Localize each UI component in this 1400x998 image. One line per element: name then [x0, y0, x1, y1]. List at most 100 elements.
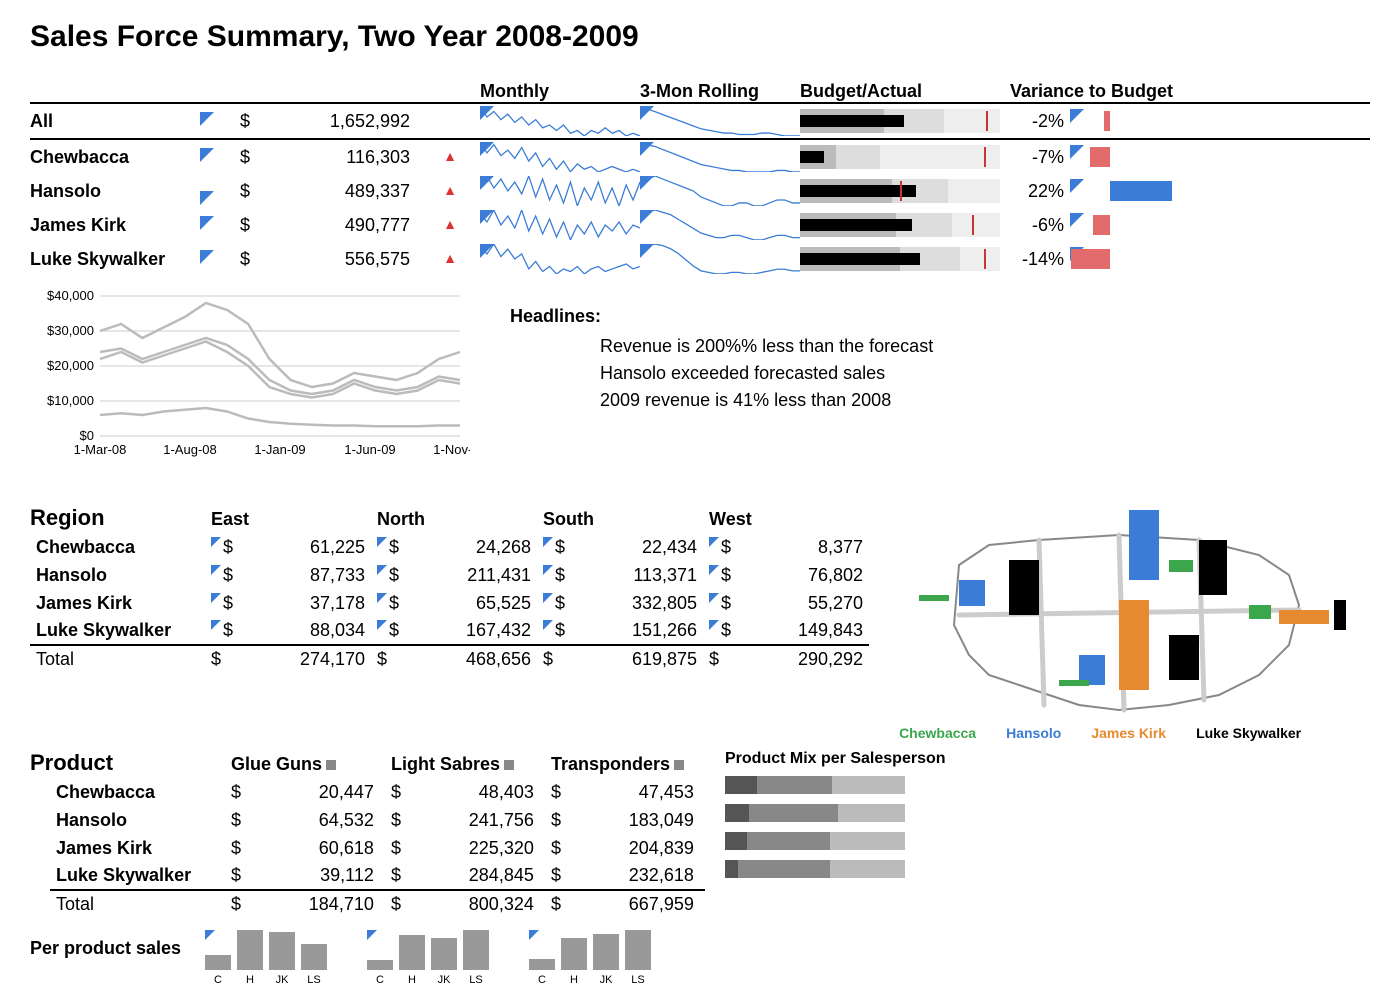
- budget-bullet: [800, 179, 1000, 203]
- summary-row: All $ 1,652,992 -2%: [30, 104, 1370, 138]
- variance-label: -7%: [1010, 147, 1070, 168]
- map-bar: [1279, 610, 1329, 624]
- row-name: Hansolo: [30, 181, 200, 202]
- row-value: 556,575: [260, 249, 420, 270]
- currency-symbol: $: [240, 249, 260, 270]
- map-bar: [1129, 510, 1159, 580]
- headline-1: Revenue is 200%% less than the forecast: [600, 333, 933, 360]
- mix-bar: [725, 804, 905, 822]
- per-product-bars: CHJKLS: [529, 930, 651, 970]
- variance-bar: [1070, 179, 1210, 203]
- svg-text:1-Jan-09: 1-Jan-09: [254, 442, 305, 457]
- svg-text:1-Nov-09: 1-Nov-09: [433, 442, 470, 457]
- row-name: All: [30, 111, 200, 132]
- alert-icon: ▲: [443, 148, 457, 164]
- monthly-sparkline: [480, 142, 640, 172]
- row-icon: [200, 216, 240, 234]
- currency-symbol: $: [240, 147, 260, 168]
- map-bar: [1009, 560, 1039, 615]
- rolling-sparkline: [640, 244, 800, 274]
- map-bar: [1249, 605, 1271, 619]
- map-bar: [919, 595, 949, 601]
- svg-text:$10,000: $10,000: [47, 393, 94, 408]
- rolling-sparkline: [640, 142, 800, 172]
- col-monthly: Monthly: [480, 81, 640, 102]
- mix-bar: [725, 860, 905, 878]
- monthly-sparkline: [480, 244, 640, 274]
- map-bar: [1169, 560, 1193, 572]
- product-mix-title: Product Mix per Salesperson: [725, 750, 946, 768]
- currency-symbol: $: [240, 181, 260, 202]
- row-value: 490,777: [260, 215, 420, 236]
- currency-symbol: $: [240, 111, 260, 132]
- per-product-bars: CHJKLS: [367, 930, 489, 970]
- svg-text:$40,000: $40,000: [47, 290, 94, 303]
- svg-text:$20,000: $20,000: [47, 358, 94, 373]
- summary-row: Luke Skywalker $ 556,575 ▲ -14%: [30, 242, 1370, 276]
- svg-text:1-Mar-08: 1-Mar-08: [74, 442, 127, 457]
- svg-text:1-Aug-08: 1-Aug-08: [163, 442, 216, 457]
- row-icon: [200, 148, 240, 166]
- map-bar: [1334, 600, 1346, 630]
- row-name: Chewbacca: [30, 147, 200, 168]
- svg-text:$0: $0: [80, 428, 94, 443]
- monthly-sparkline: [480, 210, 640, 240]
- headline-3: 2009 revenue is 41% less than 2008: [600, 387, 933, 414]
- mix-bar: [725, 776, 905, 794]
- alert-icon: ▲: [443, 216, 457, 232]
- map-bar: [1059, 680, 1089, 686]
- svg-text:1-Jun-09: 1-Jun-09: [344, 442, 395, 457]
- col-variance: Variance to Budget: [1010, 81, 1210, 102]
- variance-label: -6%: [1010, 215, 1070, 236]
- map-bar: [1199, 540, 1227, 595]
- mix-bar: [725, 832, 905, 850]
- summary-row: Hansolo $ 489,337 ▲ 22%: [30, 174, 1370, 208]
- variance-bar: [1070, 247, 1210, 271]
- col-rolling: 3-Mon Rolling: [640, 81, 800, 102]
- legend-jameskirk: James Kirk: [1091, 725, 1166, 741]
- rolling-sparkline: [640, 106, 800, 136]
- variance-label: 22%: [1010, 181, 1070, 202]
- row-value: 116,303: [260, 147, 420, 168]
- summary-header: Monthly 3-Mon Rolling Budget/Actual Vari…: [30, 74, 1370, 102]
- map-bar: [959, 580, 985, 606]
- variance-bar: [1070, 213, 1210, 237]
- alert-icon: ▲: [443, 250, 457, 266]
- budget-bullet: [800, 213, 1000, 237]
- row-icon: [200, 250, 240, 268]
- monthly-sparkline: [480, 106, 640, 136]
- headline-2: Hansolo exceeded forecasted sales: [600, 360, 933, 387]
- per-product-bars: CHJKLS: [205, 930, 327, 970]
- summary-row: James Kirk $ 490,777 ▲ -6%: [30, 208, 1370, 242]
- budget-bullet: [800, 247, 1000, 271]
- rolling-sparkline: [640, 210, 800, 240]
- row-value: 489,337: [260, 181, 420, 202]
- monthly-sparkline: [480, 176, 640, 206]
- currency-symbol: $: [240, 215, 260, 236]
- trend-linechart: $0 $10,000 $20,000 $30,000 $40,000 1-Mar-08 1-…: [30, 286, 470, 475]
- legend-luke: Luke Skywalker: [1196, 725, 1301, 741]
- headlines-title: Headlines:: [510, 306, 933, 327]
- svg-text:$30,000: $30,000: [47, 323, 94, 338]
- row-name: Luke Skywalker: [30, 249, 200, 270]
- variance-label: -2%: [1010, 111, 1070, 132]
- alert-icon: ▲: [443, 182, 457, 198]
- product-table: Glue GunsLight SabresTranspondersChewbac…: [50, 750, 705, 918]
- per-product-title: Per product sales: [30, 938, 205, 959]
- legend-chewbacca: Chewbacca: [899, 725, 976, 741]
- variance-label: -14%: [1010, 249, 1070, 270]
- map-chart: Chewbacca Hansolo James Kirk Luke Skywal…: [919, 505, 1339, 720]
- map-bar: [1119, 600, 1149, 690]
- legend-hansolo: Hansolo: [1006, 725, 1061, 741]
- summary-row: Chewbacca $ 116,303 ▲ -7%: [30, 140, 1370, 174]
- variance-bar: [1070, 145, 1210, 169]
- col-budget: Budget/Actual: [800, 81, 1010, 102]
- row-icon: [200, 112, 240, 130]
- page-title: Sales Force Summary, Two Year 2008-2009: [30, 20, 1370, 54]
- budget-bullet: [800, 145, 1000, 169]
- variance-bar: [1070, 109, 1210, 133]
- row-name: James Kirk: [30, 215, 200, 236]
- budget-bullet: [800, 109, 1000, 133]
- rolling-sparkline: [640, 176, 800, 206]
- row-value: 1,652,992: [260, 111, 420, 132]
